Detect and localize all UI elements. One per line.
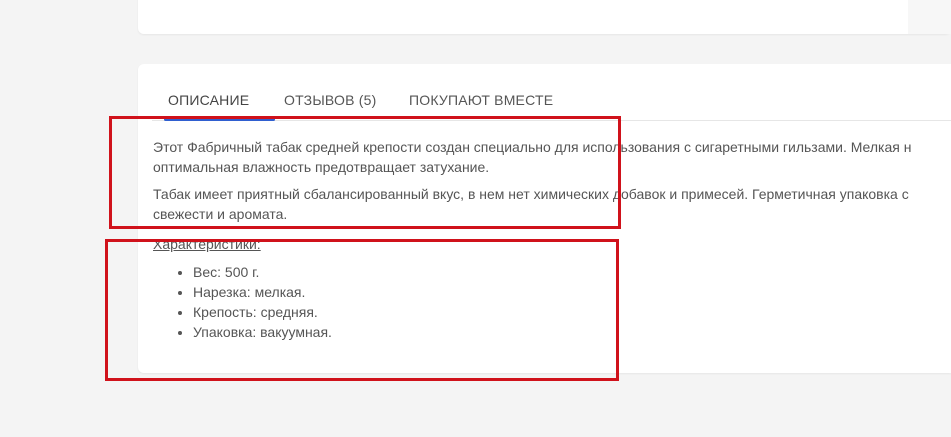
description-paragraph-2: Табак имеет приятный сбалансированный вк… [153,184,951,224]
tab-content-description: Этот Фабричный табак средней крепости со… [153,137,951,342]
description-paragraph-1-line-2: оптимальная влажность предотвращает зату… [153,159,490,175]
active-tab-indicator [164,118,275,121]
description-paragraph-2-line-2: свежести и аромата. [153,206,288,222]
characteristics-item-cut: Нарезка: мелкая. [193,282,951,302]
characteristics-item-weight: Вес: 500 г. [193,262,951,282]
characteristics-item-packaging: Упаковка: вакуумная. [193,322,951,342]
characteristics-item-strength: Крепость: средняя. [193,302,951,322]
tab-description[interactable]: ОПИСАНИЕ [168,92,249,108]
product-tabs: ОПИСАНИЕ ОТЗЫВОВ (5) ПОКУПАЮТ ВМЕСТЕ [152,64,951,121]
tab-bought-together[interactable]: ПОКУПАЮТ ВМЕСТЕ [409,92,553,108]
description-paragraph-1-line-1: Этот Фабричный табак средней крепости со… [153,139,912,155]
characteristics-list: Вес: 500 г. Нарезка: мелкая. Крепость: с… [153,262,951,342]
product-info-card: ОПИСАНИЕ ОТЗЫВОВ (5) ПОКУПАЮТ ВМЕСТЕ Это… [138,64,951,373]
tab-reviews[interactable]: ОТЗЫВОВ (5) [284,92,376,108]
top-card [138,0,951,34]
description-paragraph-1: Этот Фабричный табак средней крепости со… [153,137,951,177]
characteristics-heading: Характеристики: [153,236,261,252]
description-paragraph-2-line-1: Табак имеет приятный сбалансированный вк… [153,186,909,202]
top-card-scroll-strip [908,0,951,34]
